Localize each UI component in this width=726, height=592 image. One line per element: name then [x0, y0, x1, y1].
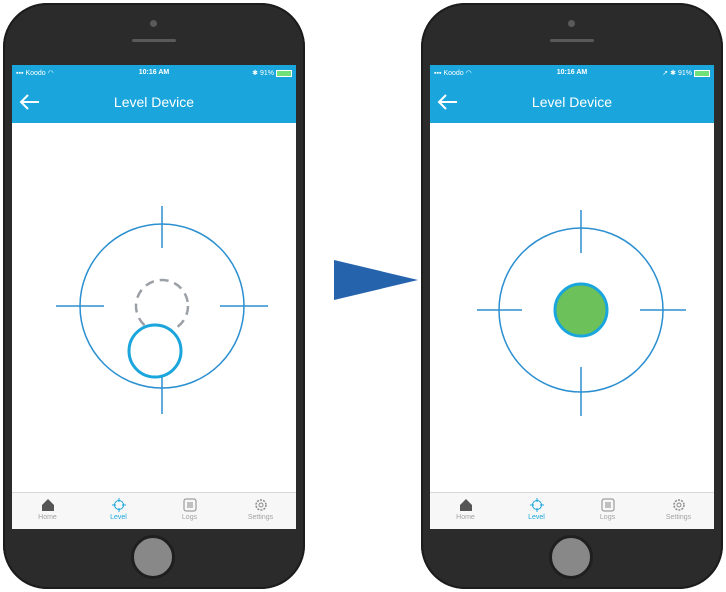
- camera-dot: [150, 20, 157, 27]
- page-title: Level Device: [113, 94, 195, 110]
- battery-icon: [694, 69, 710, 77]
- tab-logs[interactable]: Logs: [572, 493, 643, 529]
- tab-home[interactable]: Home: [430, 493, 501, 529]
- tab-bar: Home Level Logs Settings: [12, 492, 296, 529]
- battery-icon: [276, 69, 292, 77]
- phone-off-level: ▪▪▪Koodo ◠ 10:16 AM ✱ 91% Level Device: [3, 3, 305, 589]
- phone-screen: ▪▪▪Koodo ◠ 10:16 AM ✱ 91% Level Device: [12, 65, 296, 529]
- phone-level: ▪▪▪ Koodo ◠ 10:16 AM ➚ ✱ 91% Level Device: [421, 3, 723, 589]
- level-bubble: [127, 323, 183, 379]
- location-icon: ➚: [662, 70, 669, 77]
- gear-icon: [672, 499, 685, 511]
- crosshair-icon: [111, 498, 126, 512]
- home-button[interactable]: [131, 535, 175, 579]
- crosshair-icon: [529, 498, 544, 512]
- level-area: [430, 123, 714, 493]
- target-ghost-circle: [134, 278, 190, 334]
- level-bubble-centered: [553, 282, 609, 338]
- level-crosshair: [56, 206, 268, 414]
- home-button[interactable]: [549, 535, 593, 579]
- list-icon: [183, 498, 196, 512]
- bluetooth-icon: ✱: [670, 70, 677, 77]
- tab-label: Settings: [665, 514, 692, 521]
- tab-level[interactable]: Level: [501, 493, 572, 529]
- level-crosshair: [477, 210, 686, 416]
- tab-bar: Home Level Logs Settings: [430, 492, 714, 529]
- tab-label: Logs: [181, 514, 198, 521]
- status-bar: ▪▪▪ Koodo ◠ 10:16 AM ➚ ✱ 91%: [430, 65, 714, 81]
- right-arrow-icon: [334, 260, 418, 300]
- speaker-slot: [132, 39, 176, 42]
- nav-bar: Level Device: [12, 81, 296, 123]
- camera-dot: [568, 20, 575, 27]
- page-title: Level Device: [531, 94, 613, 110]
- tab-label: Settings: [247, 514, 274, 521]
- nav-bar: Level Device: [430, 81, 714, 123]
- phone-screen: ▪▪▪ Koodo ◠ 10:16 AM ➚ ✱ 91% Level Device: [430, 65, 714, 529]
- crosshair-icon: [56, 206, 268, 414]
- battery-percent: 91%: [259, 70, 274, 77]
- tab-settings[interactable]: Settings: [225, 493, 296, 529]
- speaker-slot: [550, 39, 594, 42]
- list-icon: [601, 498, 614, 512]
- home-icon: [41, 499, 54, 511]
- tab-label: Level: [110, 514, 127, 521]
- tab-label: Logs: [599, 514, 616, 521]
- tab-level[interactable]: Level: [83, 493, 154, 529]
- tab-label: Home: [38, 514, 57, 521]
- tab-settings[interactable]: Settings: [643, 493, 714, 529]
- level-area: [12, 123, 296, 493]
- tab-home[interactable]: Home: [12, 493, 83, 529]
- gear-icon: [254, 499, 267, 511]
- battery-percent: 91%: [677, 70, 692, 77]
- tab-label: Level: [528, 514, 545, 521]
- bluetooth-icon: ✱: [252, 70, 259, 77]
- tab-label: Home: [456, 514, 475, 521]
- tab-logs[interactable]: Logs: [154, 493, 225, 529]
- status-bar: ▪▪▪ Koodo ◠ 10:16 AM ✱ 91%: [12, 65, 296, 81]
- home-icon: [459, 499, 472, 511]
